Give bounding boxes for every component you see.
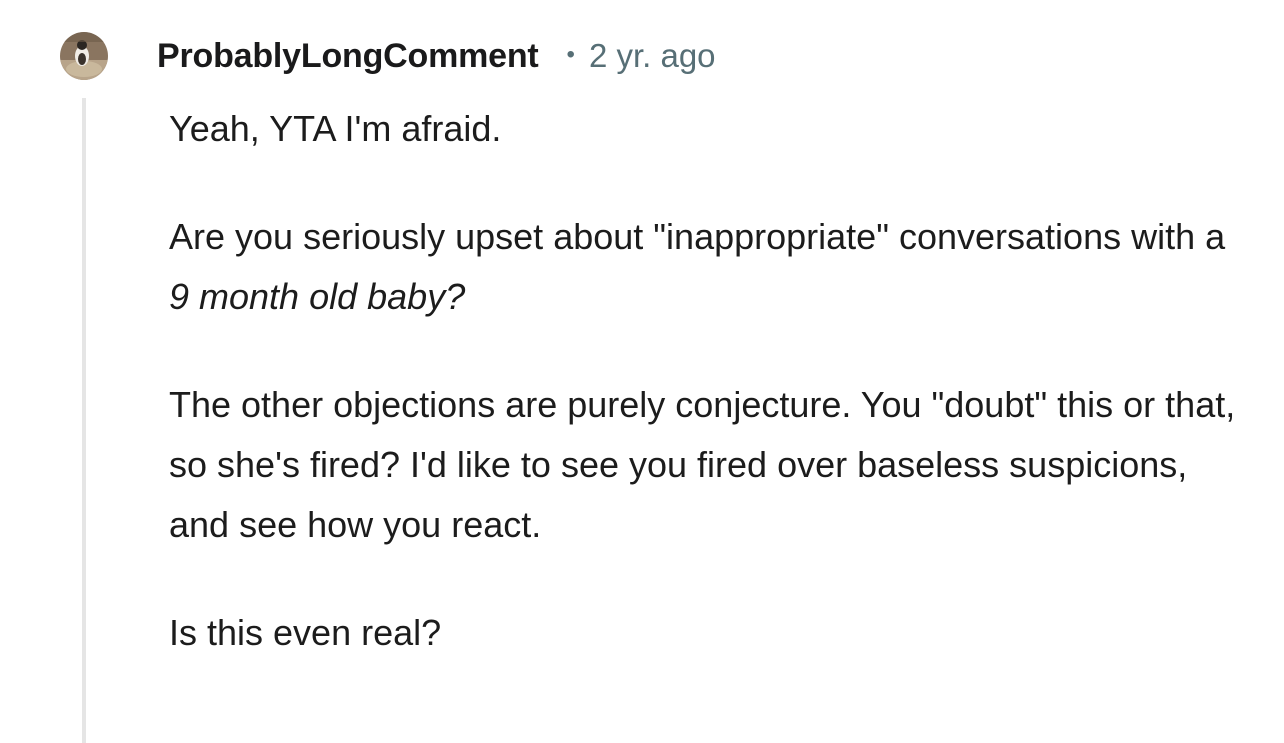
comment-body: Yeah, YTA I'm afraid. Are you seriously … xyxy=(169,99,1249,711)
thread-collapse-line[interactable] xyxy=(82,98,86,743)
comment-paragraph: Yeah, YTA I'm afraid. xyxy=(169,108,502,149)
user-avatar-icon[interactable] xyxy=(60,32,108,80)
comment-paragraph: Are you seriously upset about "inappropr… xyxy=(169,207,1249,327)
comment-author[interactable]: ProbablyLongComment xyxy=(157,37,539,76)
comment-paragraph: The other objections are purely conjectu… xyxy=(169,384,1236,545)
comment-timestamp[interactable]: 2 yr. ago xyxy=(589,37,716,75)
comment-text: Are you seriously upset about "inappropr… xyxy=(169,216,1226,257)
comment-paragraph: Is this even real? xyxy=(169,612,442,653)
meta-separator: • xyxy=(566,41,575,68)
comment-header: ProbablyLongComment • 2 yr. ago xyxy=(157,35,716,77)
comment: ProbablyLongComment • 2 yr. ago Yeah, YT… xyxy=(0,0,1284,743)
comment-emphasis: 9 month old baby? xyxy=(169,276,466,317)
